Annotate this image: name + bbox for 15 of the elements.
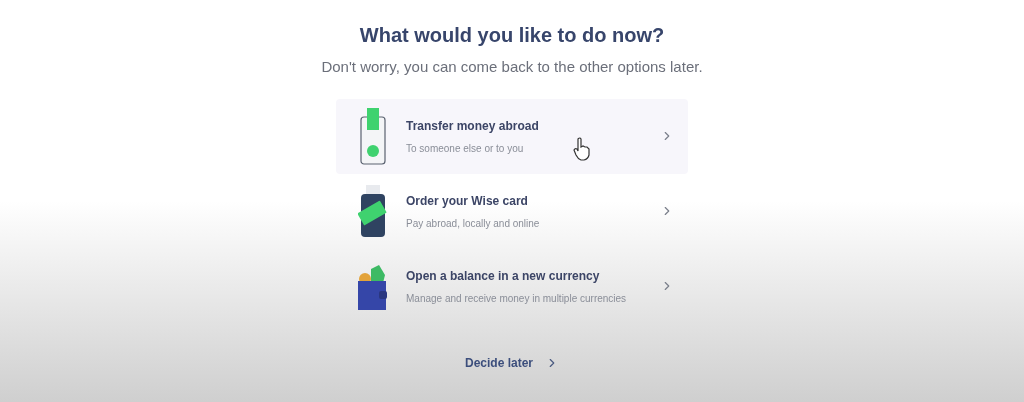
hand-pointer-icon <box>572 136 592 161</box>
option-row[interactable]: Order your Wise card Pay abroad, locally and online <box>336 173 688 249</box>
option-subtitle: To someone else or to you <box>406 141 524 156</box>
option-title: Open a balance in a new currency <box>406 267 600 285</box>
option-subtitle: Pay abroad, locally and online <box>406 216 540 231</box>
page-subheading: Don't worry, you can come back to the other options later. <box>321 57 703 77</box>
option-title: Transfer money abroad <box>406 117 539 135</box>
option-row[interactable]: Open a balance in a new currency Manage and receive money in multiple currencies <box>336 248 688 324</box>
option-subtitle: Manage and receive money in multiple currencies <box>406 291 627 306</box>
phone-icon <box>360 107 386 165</box>
page-heading: What would you like to do now? <box>359 23 665 48</box>
decide-later-link[interactable]: Decide later <box>464 353 559 372</box>
option-row[interactable]: Transfer money abroad To someone else or to you <box>336 98 688 174</box>
card-reader-icon <box>358 184 388 238</box>
option-title: Order your Wise card <box>406 192 528 210</box>
